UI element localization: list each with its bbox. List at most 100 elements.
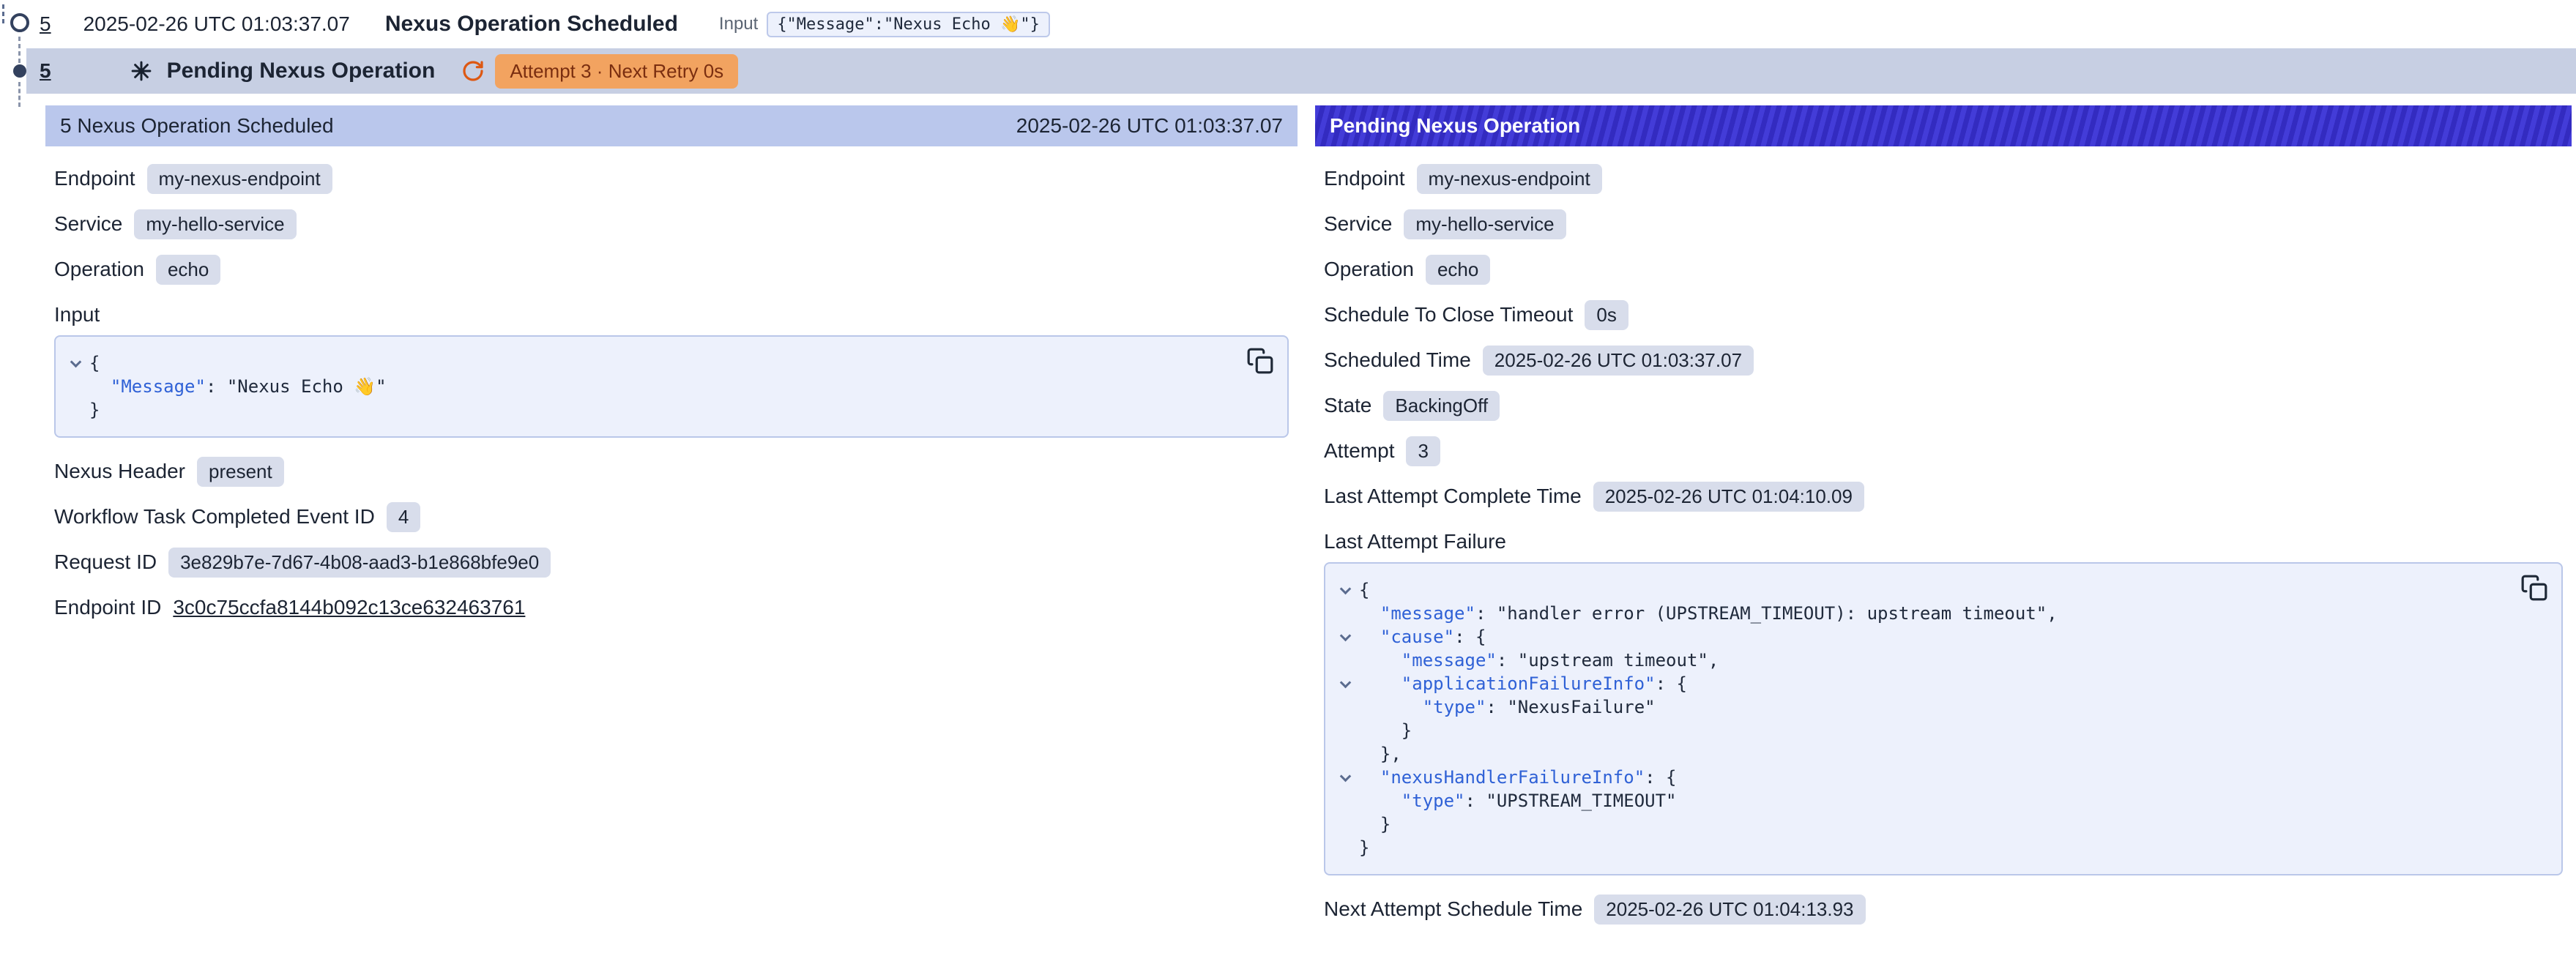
field-label: Nexus Header bbox=[54, 460, 185, 483]
field-label: Schedule To Close Timeout bbox=[1324, 303, 1573, 326]
field-value-badge: BackingOff bbox=[1383, 391, 1500, 421]
field-endpoint: Endpoint my-nexus-endpoint bbox=[54, 164, 1289, 193]
event-input-chip[interactable]: {"Message":"Nexus Echo 👋"} bbox=[767, 12, 1050, 37]
field-workflow-task-completed-event-id: Workflow Task Completed Event ID 4 bbox=[54, 502, 1289, 531]
code-token bbox=[1359, 602, 1380, 625]
code-line: "cause": { bbox=[1331, 625, 2510, 649]
field-request-id: Request ID 3e829b7e-7d67-4b08-aad3-b1e86… bbox=[54, 548, 1289, 577]
code-line: } bbox=[1331, 836, 2510, 859]
code-line: "type": "NexusFailure" bbox=[1331, 695, 2510, 719]
field-value-badge: my-nexus-endpoint bbox=[147, 164, 332, 194]
code-token: } bbox=[89, 398, 100, 422]
copy-button[interactable] bbox=[1246, 347, 1274, 375]
field-label: Workflow Task Completed Event ID bbox=[54, 505, 375, 529]
code-token: : { bbox=[1454, 625, 1486, 649]
code-line: } bbox=[1331, 719, 2510, 742]
copy-icon bbox=[2520, 574, 2548, 602]
field-value-badge: 2025-02-26 UTC 01:04:13.93 bbox=[1594, 895, 1865, 925]
code-token: "Nexus Echo 👋" bbox=[227, 375, 387, 398]
code-line: { bbox=[1331, 578, 2510, 602]
event-timestamp: 2025-02-26 UTC 01:03:37.07 bbox=[83, 12, 350, 36]
field-next-attempt-schedule-time: Next Attempt Schedule Time 2025-02-26 UT… bbox=[1324, 895, 2563, 924]
collapse-chevron-icon[interactable] bbox=[1339, 630, 1351, 641]
code-token: "nexusHandlerFailureInfo" bbox=[1380, 766, 1645, 789]
code-token: } bbox=[1359, 836, 1369, 859]
field-value-badge: present bbox=[197, 457, 284, 487]
code-token: { bbox=[1359, 578, 1369, 602]
field-label: Last Attempt Complete Time bbox=[1324, 485, 1582, 508]
retry-attempt-badge: Attempt 3 · Next Retry 0s bbox=[495, 54, 738, 89]
field-label: Attempt bbox=[1324, 439, 1394, 463]
field-last-attempt-complete-time: Last Attempt Complete Time 2025-02-26 UT… bbox=[1324, 482, 2563, 511]
scheduled-event-panel: 5 Nexus Operation Scheduled 2025-02-26 U… bbox=[45, 105, 1298, 638]
code-token: "message" bbox=[1401, 649, 1497, 672]
field-label: State bbox=[1324, 394, 1371, 417]
workflow-history-view: { "event_row": { "id": "5", "timestamp":… bbox=[0, 0, 2576, 956]
code-token: { bbox=[89, 351, 100, 375]
field-label: Operation bbox=[1324, 258, 1414, 281]
field-state: State BackingOff bbox=[1324, 391, 2563, 420]
code-token: : bbox=[1486, 695, 1507, 719]
code-token: : bbox=[206, 375, 227, 398]
scheduled-panel-header: 5 Nexus Operation Scheduled 2025-02-26 U… bbox=[45, 105, 1298, 146]
field-value-badge: my-hello-service bbox=[134, 209, 296, 239]
code-token: "upstream timeout" bbox=[1518, 649, 1708, 672]
code-token: : bbox=[1497, 649, 1518, 672]
timeline-edge-dash-icon bbox=[2, 4, 4, 23]
collapse-chevron-icon[interactable] bbox=[1339, 676, 1351, 688]
field-label: Endpoint ID bbox=[54, 596, 161, 619]
collapse-chevron-icon[interactable] bbox=[70, 356, 81, 367]
pending-operation-row[interactable]: 5 Pending Nexus Operation Attempt 3 · Ne… bbox=[26, 48, 2576, 94]
chevron-cell bbox=[1331, 681, 1359, 687]
code-token: "cause" bbox=[1380, 625, 1454, 649]
input-section-label: Input bbox=[54, 300, 1289, 329]
copy-button[interactable] bbox=[2520, 574, 2548, 602]
timeline-dashed-line bbox=[18, 82, 21, 107]
timeline-dashed-line bbox=[18, 37, 21, 63]
field-endpoint: Endpoint my-nexus-endpoint bbox=[1324, 164, 2563, 193]
code-token: } bbox=[1359, 813, 1391, 836]
pending-event-id-link[interactable]: 5 bbox=[40, 59, 51, 83]
endpoint-id-link[interactable]: 3c0c75ccfa8144b092c13ce632463761 bbox=[173, 596, 525, 619]
code-line: "type": "UPSTREAM_TIMEOUT" bbox=[1331, 789, 2510, 813]
code-token: : bbox=[1465, 789, 1486, 813]
code-token bbox=[1359, 649, 1401, 672]
code-line: } bbox=[1331, 813, 2510, 836]
code-token bbox=[1359, 672, 1401, 695]
field-label: Service bbox=[1324, 212, 1392, 236]
field-value-badge: 3e829b7e-7d67-4b08-aad3-b1e868bfe9e0 bbox=[168, 548, 551, 578]
timeline-node-dot-icon[interactable] bbox=[13, 64, 26, 78]
code-token: "applicationFailureInfo" bbox=[1401, 672, 1656, 695]
field-value-badge: echo bbox=[156, 255, 220, 285]
field-operation: Operation echo bbox=[54, 255, 1289, 284]
refresh-icon bbox=[461, 59, 485, 83]
code-token bbox=[1359, 766, 1380, 789]
chevron-cell bbox=[62, 361, 89, 366]
code-token bbox=[1359, 625, 1380, 649]
code-token: "UPSTREAM_TIMEOUT" bbox=[1486, 789, 1676, 813]
field-label: Service bbox=[54, 212, 122, 236]
code-line: "message": "upstream timeout", bbox=[1331, 649, 2510, 672]
code-token: }, bbox=[1359, 742, 1401, 766]
history-event-row[interactable]: 5 2025-02-26 UTC 01:03:37.07 Nexus Opera… bbox=[0, 0, 2576, 48]
field-label: Scheduled Time bbox=[1324, 348, 1471, 372]
pending-panel-header: Pending Nexus Operation bbox=[1315, 105, 2572, 146]
code-line: "nexusHandlerFailureInfo": { bbox=[1331, 766, 2510, 789]
collapse-chevron-icon[interactable] bbox=[1339, 583, 1351, 594]
timeline-node-circle-icon[interactable] bbox=[10, 13, 29, 32]
failure-json-viewer: { "message": "handler error (UPSTREAM_TI… bbox=[1324, 562, 2563, 875]
code-line: }, bbox=[1331, 742, 2510, 766]
field-value-badge: 0s bbox=[1585, 300, 1628, 330]
collapse-chevron-icon[interactable] bbox=[1339, 770, 1351, 782]
field-value-badge: 3 bbox=[1406, 436, 1440, 466]
code-token: "message" bbox=[1380, 602, 1475, 625]
chevron-cell bbox=[1331, 775, 1359, 780]
code-token bbox=[1359, 789, 1401, 813]
code-token: "type" bbox=[1423, 695, 1486, 719]
field-label: Request ID bbox=[54, 550, 157, 574]
pending-panel-title: Pending Nexus Operation bbox=[1330, 114, 1580, 138]
pending-operation-panel: Pending Nexus Operation Endpoint my-nexu… bbox=[1315, 105, 2572, 940]
event-id-link[interactable]: 5 bbox=[40, 12, 51, 36]
chevron-cell bbox=[1331, 635, 1359, 640]
field-label: Endpoint bbox=[1324, 167, 1405, 190]
